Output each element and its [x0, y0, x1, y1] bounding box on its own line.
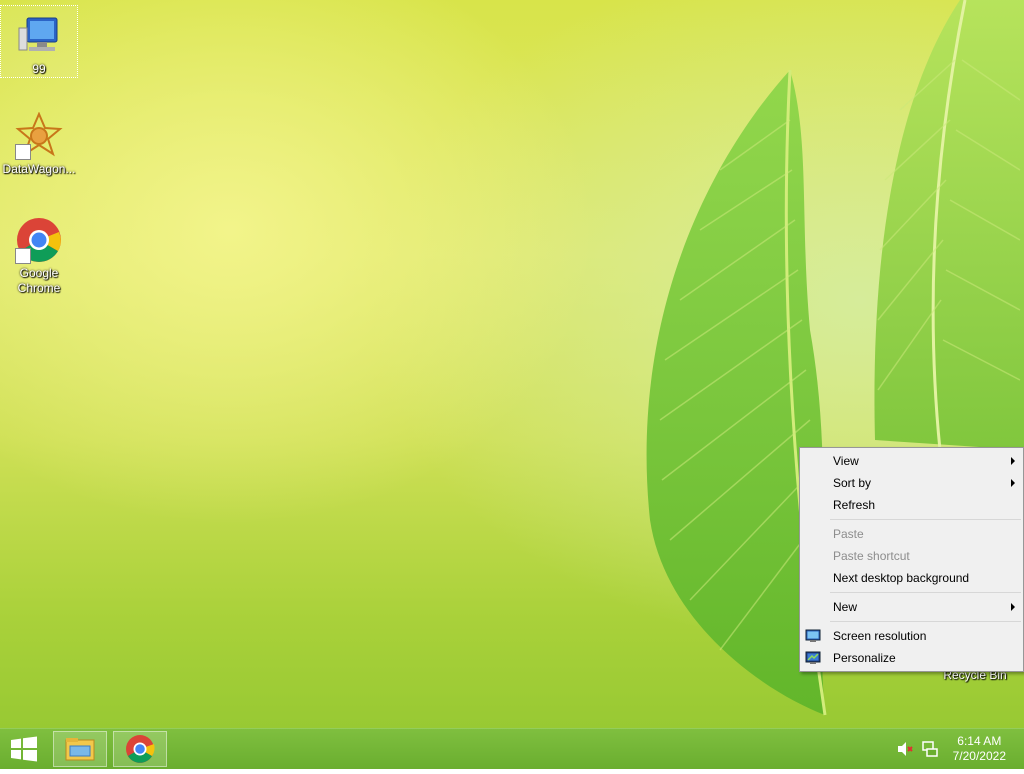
menu-item-label: New: [833, 600, 858, 614]
desktop-icon-datawagon[interactable]: DataWagon...: [1, 106, 77, 177]
network-icon: [922, 741, 938, 757]
menu-item-refresh[interactable]: Refresh: [800, 494, 1023, 516]
menu-item-new[interactable]: New: [800, 596, 1023, 618]
menu-item-paste-shortcut: Paste shortcut: [800, 545, 1023, 567]
menu-item-label: Refresh: [833, 498, 876, 512]
personalize-icon: [805, 650, 821, 666]
menu-item-label: Personalize: [833, 651, 896, 665]
windows-logo-icon: [11, 736, 37, 762]
computer-icon: [15, 12, 63, 60]
menu-item-personalize[interactable]: Personalize: [800, 647, 1023, 669]
tray-network-button[interactable]: [921, 740, 939, 758]
menu-item-sort-by[interactable]: Sort by: [800, 472, 1023, 494]
shortcut-arrow-icon: [15, 248, 31, 264]
datawagon-icon: [15, 111, 63, 160]
desktop[interactable]: 99 DataWagon... Google Chrome Recycle Bi…: [0, 0, 1024, 728]
tray-volume-button[interactable]: [896, 741, 914, 757]
volume-muted-icon: [898, 742, 913, 756]
menu-item-label: View: [833, 454, 859, 468]
menu-item-view[interactable]: View: [800, 450, 1023, 472]
menu-item-screen-resolution[interactable]: Screen resolution: [800, 625, 1023, 647]
desktop-icon-google-chrome[interactable]: Google Chrome: [1, 210, 77, 296]
menu-item-label: Paste: [833, 527, 864, 541]
clock-time: 6:14 AM: [957, 734, 1002, 748]
menu-item-label: Sort by: [833, 476, 872, 490]
menu-separator: [830, 592, 1021, 593]
submenu-arrow-icon: [1011, 603, 1015, 611]
taskbar: 6:14 AM 7/20/2022: [0, 728, 1024, 769]
taskbar-clock[interactable]: 6:14 AM 7/20/2022: [953, 734, 1006, 764]
file-explorer-icon: [65, 738, 95, 761]
desktop-icon-label: Google Chrome: [17, 266, 61, 295]
menu-separator: [830, 621, 1021, 622]
menu-item-next-desktop-background[interactable]: Next desktop background: [800, 567, 1023, 589]
desktop-icon-99[interactable]: 99: [0, 5, 78, 78]
start-button[interactable]: [0, 729, 48, 769]
chrome-icon: [15, 216, 63, 264]
desktop-icon-label: 99: [32, 62, 46, 76]
clock-date: 7/20/2022: [952, 749, 1006, 763]
menu-item-label: Next desktop background: [833, 571, 970, 585]
menu-item-label: Paste shortcut: [833, 549, 910, 563]
desktop-icon-label: DataWagon...: [2, 162, 76, 176]
menu-separator: [830, 519, 1021, 520]
chrome-icon: [126, 735, 155, 763]
submenu-arrow-icon: [1011, 479, 1015, 487]
desktop-context-menu: View Sort by Refresh Paste Paste shortcu…: [799, 447, 1024, 672]
taskbar-file-explorer-button[interactable]: [53, 731, 107, 767]
submenu-arrow-icon: [1011, 457, 1015, 465]
taskbar-chrome-button[interactable]: [113, 731, 167, 767]
menu-item-paste: Paste: [800, 523, 1023, 545]
shortcut-arrow-icon: [15, 144, 31, 160]
menu-item-label: Screen resolution: [833, 629, 927, 643]
screen-resolution-icon: [805, 628, 821, 644]
